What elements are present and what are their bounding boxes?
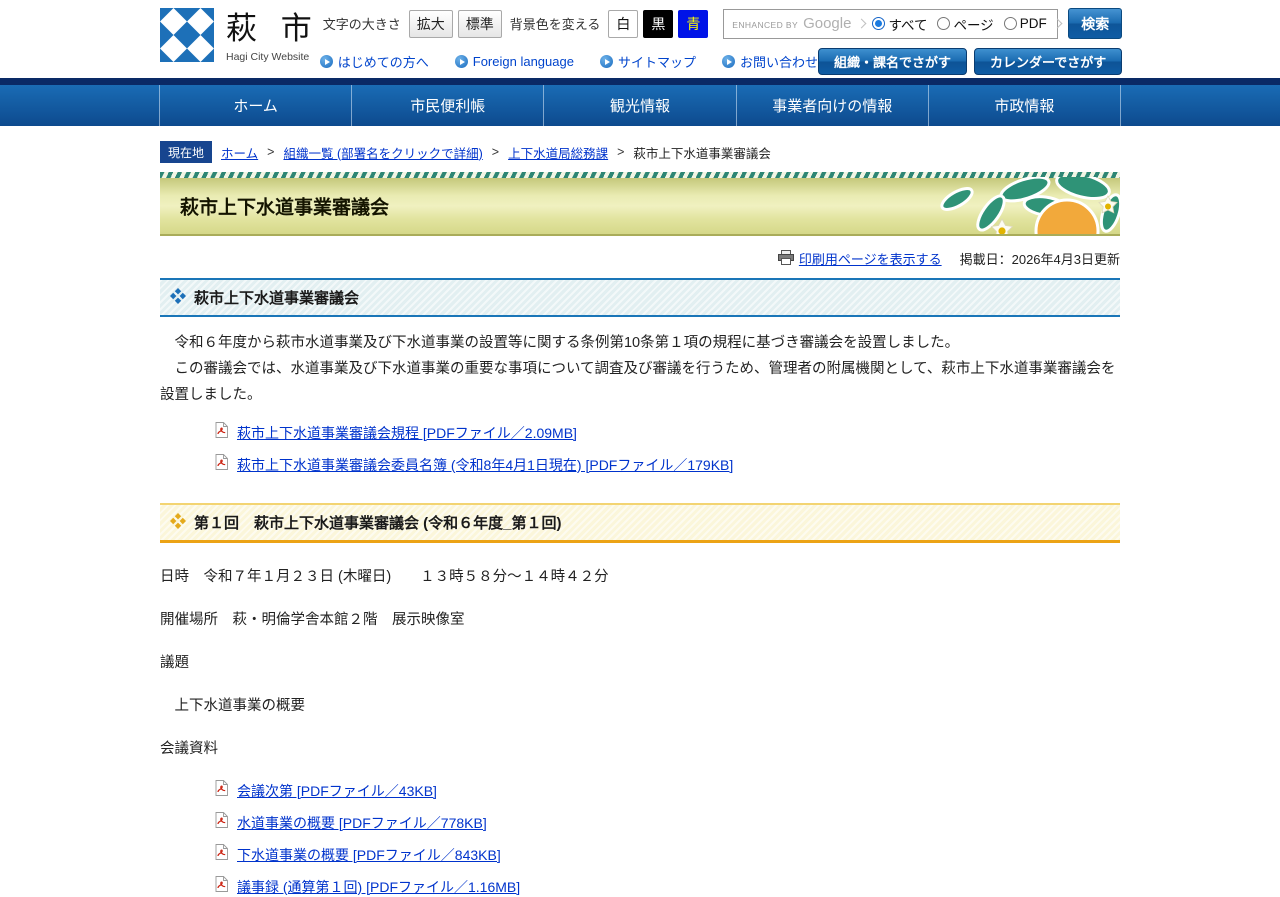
meeting-materials-pdf-list: 会議次第 [PDFファイル／43KB] 水道事業の概要 [PDFファイル／778… <box>160 780 1120 897</box>
site-logo[interactable]: 萩 市 Hagi City Website <box>160 8 320 75</box>
breadcrumb-separator: > <box>267 145 275 159</box>
print-and-date-row: 印刷用ページを表示する 掲載日：2026年4月3日更新 <box>160 249 1120 268</box>
google-brand-watermark: Google <box>803 15 852 32</box>
gold-diamond-bullet-icon <box>170 512 186 533</box>
pdf-link-minutes[interactable]: 議事録 (通算第１回) [PDFファイル／1.16MB] <box>237 877 520 897</box>
chevron-right-icon <box>1052 18 1063 29</box>
list-item: 萩市上下水道事業審議会委員名簿 (令和8年4月1日現在) [PDFファイル／17… <box>215 454 1120 475</box>
breadcrumb-current-page: 萩市上下水道事業審議会 <box>633 146 771 161</box>
text-size-standard-button[interactable]: 標準 <box>457 9 502 38</box>
search-scope-pdf-radio[interactable]: PDF <box>1003 16 1047 31</box>
main-navigation: ホーム 市民便利帳 観光情報 事業者向けの情報 市政情報 <box>0 78 1280 126</box>
pdf-link-member-roster[interactable]: 萩市上下水道事業審議会委員名簿 (令和8年4月1日現在) [PDFファイル／17… <box>237 455 733 475</box>
meeting-location: 開催場所 萩・明倫学舎本館２階 展示映像室 <box>160 612 465 629</box>
section-heading-council: 萩市上下水道事業審議会 <box>160 278 1120 317</box>
quick-link-contact[interactable]: お問い合わせ <box>721 52 818 71</box>
search-submit-button[interactable]: 検索 <box>1068 8 1123 39</box>
citrus-leaves-illustration <box>905 172 1120 234</box>
search-input[interactable]: ENHANCED BY Google <box>732 15 851 32</box>
radio-unchecked-icon[interactable] <box>937 17 951 30</box>
text-size-enlarge-button[interactable]: 拡大 <box>408 9 453 38</box>
search-scope-all-label: すべて <box>888 17 928 33</box>
breadcrumb-link-home[interactable]: ホーム <box>221 143 258 162</box>
list-item: 議事録 (通算第１回) [PDFファイル／1.16MB] <box>215 876 1120 897</box>
council-pdf-list: 萩市上下水道事業審議会規程 [PDFファイル／2.09MB] 萩市上下水道事業審… <box>160 422 1120 475</box>
radio-unchecked-icon[interactable] <box>1003 17 1017 30</box>
arrow-circle-icon <box>454 55 468 68</box>
page-title: 萩市上下水道事業審議会 <box>180 197 390 219</box>
bg-color-blue-button[interactable]: 青 <box>678 9 709 38</box>
search-scope-all-radio[interactable]: すべて <box>872 14 927 34</box>
site-subtitle: Hagi City Website <box>226 50 310 63</box>
search-scope-pdf-label: PDF <box>1019 16 1047 31</box>
breadcrumb-separator: > <box>491 145 500 159</box>
page-title-banner: 萩市上下水道事業審議会 <box>160 172 1120 236</box>
quick-link-label: はじめての方へ <box>337 55 429 70</box>
breadcrumb: 現在地 ホーム > 組織一覧 (部署名をクリックで詳細) > 上下水道局総務課 … <box>160 141 1120 163</box>
meeting-datetime: 日時 令和７年１月２３日 (木曜日) １３時５８分～１４時４２分 <box>160 569 609 586</box>
pdf-file-icon <box>215 876 228 897</box>
nav-item-home[interactable]: ホーム <box>159 85 351 126</box>
search-watermark-prefix: ENHANCED BY <box>732 20 799 30</box>
arrow-circle-icon <box>721 55 735 68</box>
print-page-link-label: 印刷用ページを表示する <box>798 252 942 267</box>
pdf-file-icon <box>215 844 228 865</box>
text-size-label: 文字の大きさ <box>322 17 401 32</box>
arrow-circle-icon <box>319 55 333 68</box>
pdf-link-meeting-agenda[interactable]: 会議次第 [PDFファイル／43KB] <box>237 781 437 801</box>
list-item: 萩市上下水道事業審議会規程 [PDFファイル／2.09MB] <box>215 422 1120 443</box>
quick-link-foreign-language[interactable]: Foreign language <box>454 52 574 71</box>
current-location-badge: 現在地 <box>160 141 213 163</box>
site-name: 萩 市 <box>226 11 320 46</box>
bg-color-white-button[interactable]: 白 <box>608 9 639 38</box>
pdf-link-water-overview[interactable]: 水道事業の概要 [PDFファイル／778KB] <box>237 813 487 833</box>
materials-label: 会議資料 <box>160 741 218 758</box>
council-description: 令和６年度から萩市水道事業及び下水道事業の設置等に関する条例第10条第１項の規程… <box>160 330 1120 408</box>
blue-diamond-bullet-icon <box>170 287 186 308</box>
breadcrumb-link-water-dept[interactable]: 上下水道局総務課 <box>508 143 608 162</box>
list-item: 下水道事業の概要 [PDFファイル／843KB] <box>215 844 1120 865</box>
pdf-file-icon <box>215 422 228 443</box>
find-by-calendar-button[interactable]: カレンダーでさがす <box>974 48 1123 75</box>
breadcrumb-link-organizations[interactable]: 組織一覧 (部署名をクリックで詳細) <box>283 143 482 162</box>
list-item: 水道事業の概要 [PDFファイル／778KB] <box>215 812 1120 833</box>
site-header: 萩 市 Hagi City Website 文字の大きさ 拡大 標準 背景色を変… <box>0 0 1280 78</box>
nav-item-citizen-guide[interactable]: 市民便利帳 <box>351 85 543 126</box>
list-item: 会議次第 [PDFファイル／43KB] <box>215 780 1120 801</box>
council-description-line2: この審議会では、水道事業及び下水道事業の重要な事項について調査及び審議を行うため… <box>160 361 1116 404</box>
breadcrumb-separator: > <box>617 145 625 159</box>
quick-link-label: お問い合わせ <box>739 55 818 70</box>
nav-item-tourism[interactable]: 観光情報 <box>543 85 735 126</box>
radio-checked-icon[interactable] <box>872 17 886 30</box>
section-heading-text: 第１回 萩市上下水道事業審議会 (令和６年度_第１回) <box>194 515 562 533</box>
nav-item-business[interactable]: 事業者向けの情報 <box>735 85 928 126</box>
pdf-link-regulations[interactable]: 萩市上下水道事業審議会規程 [PDFファイル／2.09MB] <box>237 423 577 443</box>
bg-color-black-button[interactable]: 黒 <box>643 9 674 38</box>
search-scope-page-label: ページ <box>953 17 994 33</box>
pdf-link-sewer-overview[interactable]: 下水道事業の概要 [PDFファイル／843KB] <box>237 845 501 865</box>
pdf-file-icon <box>215 454 228 475</box>
section-heading-text: 萩市上下水道事業審議会 <box>194 290 360 307</box>
arrow-circle-icon <box>599 55 613 68</box>
pdf-file-icon <box>215 812 228 833</box>
hagi-diamond-logo-icon <box>160 8 214 67</box>
agenda-label: 議題 <box>160 655 189 672</box>
quick-link-label: サイトマップ <box>617 55 696 70</box>
published-date: 掲載日：2026年4月3日更新 <box>959 252 1120 267</box>
quick-link-label: Foreign language <box>472 54 574 69</box>
site-search-box[interactable]: ENHANCED BY Google すべて ページ PDF <box>723 8 1063 39</box>
printer-icon <box>777 249 794 268</box>
find-by-organization-button[interactable]: 組織・課名でさがす <box>818 48 968 75</box>
nav-item-city-government[interactable]: 市政情報 <box>927 85 1122 126</box>
agenda-item: 上下水道事業の概要 <box>160 698 305 715</box>
chevron-right-icon <box>856 18 867 29</box>
quick-link-sitemap[interactable]: サイトマップ <box>599 52 696 71</box>
quick-link-first-time[interactable]: はじめての方へ <box>319 52 429 71</box>
council-description-line1: 令和６年度から萩市水道事業及び下水道事業の設置等に関する条例第10条第１項の規程… <box>160 335 960 351</box>
section-heading-first-meeting: 第１回 萩市上下水道事業審議会 (令和６年度_第１回) <box>160 503 1120 544</box>
print-page-link[interactable]: 印刷用ページを表示する <box>777 249 942 268</box>
search-scope-page-radio[interactable]: ページ <box>937 14 994 34</box>
bg-color-label: 背景色を変える <box>509 17 601 32</box>
pdf-file-icon <box>215 780 228 801</box>
